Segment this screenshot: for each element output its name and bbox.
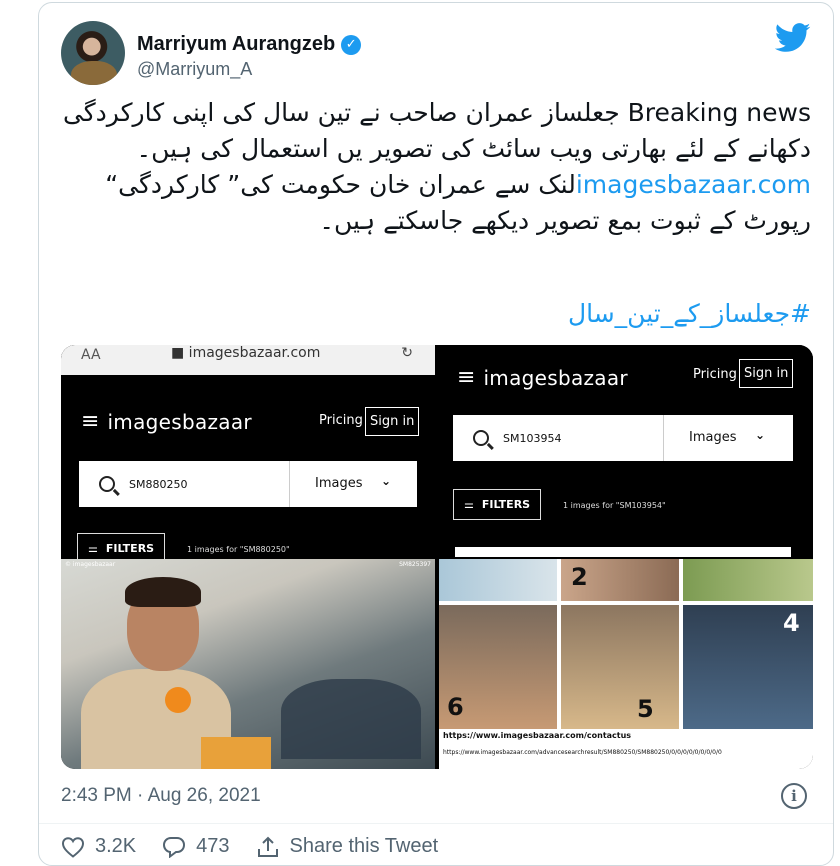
author-handle[interactable]: @Marriyum_A — [137, 59, 252, 80]
twitter-bird-icon[interactable] — [775, 23, 811, 53]
avatar[interactable] — [61, 21, 125, 85]
tweet-timestamp[interactable]: 2:43 PM · Aug 26, 2021 — [61, 785, 261, 807]
screenshot-right: ≡ imagesbazaar Pricing Sign in SM103954 … — [439, 345, 813, 557]
screenshot-left: AA ■ imagesbazaar.com ↻ ≡ imagesbazaar P… — [61, 345, 435, 564]
photo-watermark: © imagesbazaar — [65, 561, 116, 568]
pricing-link: Pricing — [319, 413, 363, 428]
photo-orange — [165, 687, 191, 713]
signin-button: Sign in — [365, 407, 420, 436]
collage-tile-1 — [439, 559, 557, 601]
filters-label: FILTERS — [481, 498, 531, 511]
brand-logo: imagesbazaar — [107, 409, 252, 434]
search-divider — [289, 461, 290, 507]
browser-bar: AA ■ imagesbazaar.com ↻ — [61, 345, 435, 375]
author-row: Marriyum Aurangzeb ✓ — [137, 33, 362, 56]
filters-label: FILTERS — [105, 542, 155, 555]
collage-tile-3 — [683, 559, 813, 601]
menu-icon: ≡ — [81, 409, 100, 434]
collage-url: https://www.imagesbazaar.com/contactus — [443, 731, 632, 740]
collage-tile-2: 2 — [561, 559, 679, 601]
tweet-media[interactable]: AA ■ imagesbazaar.com ↻ ≡ imagesbazaar P… — [61, 345, 813, 769]
menu-icon: ≡ — [457, 365, 476, 390]
signin-button: Sign in — [739, 359, 794, 388]
divider — [39, 823, 833, 824]
hashtag-link[interactable]: #جعلساز_کے_تین_سال — [568, 299, 811, 328]
reply-icon — [163, 836, 186, 858]
sliders-icon: ⚌ — [88, 542, 98, 555]
action-bar: 3.2K 473 Share this Tweet — [61, 835, 464, 858]
info-icon[interactable]: i — [781, 783, 807, 809]
share-button[interactable]: Share this Tweet — [256, 835, 439, 858]
sliders-icon: ⚌ — [464, 498, 474, 511]
collage-tile-6: 6 — [439, 605, 557, 729]
verified-badge-icon: ✓ — [341, 34, 362, 55]
photo-workers — [281, 679, 421, 759]
images-select: Images — [689, 430, 737, 445]
tweet-card: Marriyum Aurangzeb ✓ @Marriyum_A Breakin… — [38, 2, 834, 866]
result-count: 1 images for "SM103954" — [563, 501, 666, 510]
search-box: SM103954 Images ⌄ — [453, 415, 793, 461]
collage-tile-4: 4 — [683, 605, 813, 729]
collage-number: 2 — [571, 563, 588, 591]
share-icon — [257, 836, 278, 857]
brand-row: ≡ imagesbazaar — [457, 365, 628, 390]
like-count: 3.2K — [95, 835, 137, 857]
tweet-header: Marriyum Aurangzeb ✓ @Marriyum_A — [61, 17, 813, 87]
images-select: Images — [315, 476, 363, 491]
share-label: Share this Tweet — [289, 835, 439, 857]
search-icon — [99, 476, 115, 492]
browser-url: ■ imagesbazaar.com — [171, 345, 321, 361]
collage-number: 4 — [783, 609, 800, 637]
reload-icon: ↻ — [401, 345, 413, 361]
browser-aa: AA — [81, 347, 101, 363]
collage-number: 6 — [447, 693, 464, 721]
photo-box — [201, 737, 271, 769]
reply-button[interactable]: 473 — [162, 835, 230, 858]
search-icon — [473, 430, 489, 446]
pricing-link: Pricing — [693, 367, 737, 382]
author-name[interactable]: Marriyum Aurangzeb — [137, 33, 335, 56]
photo-id: SM825397 — [399, 561, 431, 568]
like-button[interactable]: 3.2K — [61, 835, 136, 858]
search-box: SM880250 Images ⌄ — [79, 461, 417, 507]
heart-icon — [61, 836, 85, 858]
chevron-down-icon: ⌄ — [755, 428, 766, 442]
results-strip — [455, 547, 791, 557]
search-term: SM103954 — [503, 431, 562, 445]
stock-photo-factory: © imagesbazaar SM825397 — [61, 559, 435, 769]
reply-count: 473 — [196, 835, 230, 857]
collage-tile-5: 5 — [561, 605, 679, 729]
collage-number: 5 — [637, 695, 654, 723]
search-divider — [663, 415, 664, 461]
chevron-down-icon: ⌄ — [381, 474, 392, 488]
result-count: 1 images for "SM880250" — [187, 545, 290, 554]
stock-photo-collage: 2 6 5 4 https://www.imagesbazaar.com/con… — [439, 559, 813, 769]
tweet-text-part1: Breaking news جعلساز عمران صاحب نے تین س… — [62, 98, 811, 163]
tweet-text: Breaking news جعلساز عمران صاحب نے تین س… — [59, 95, 811, 239]
search-term: SM880250 — [129, 477, 188, 491]
filters-button: ⚌ FILTERS — [453, 489, 542, 520]
brand-logo: imagesbazaar — [483, 365, 628, 390]
brand-row: ≡ imagesbazaar — [81, 409, 252, 434]
tweet-link[interactable]: imagesbazaar.com — [576, 170, 811, 199]
collage-url-detail: https://www.imagesbazaar.com/advancesear… — [443, 749, 722, 756]
photo-man-hair — [125, 577, 201, 607]
